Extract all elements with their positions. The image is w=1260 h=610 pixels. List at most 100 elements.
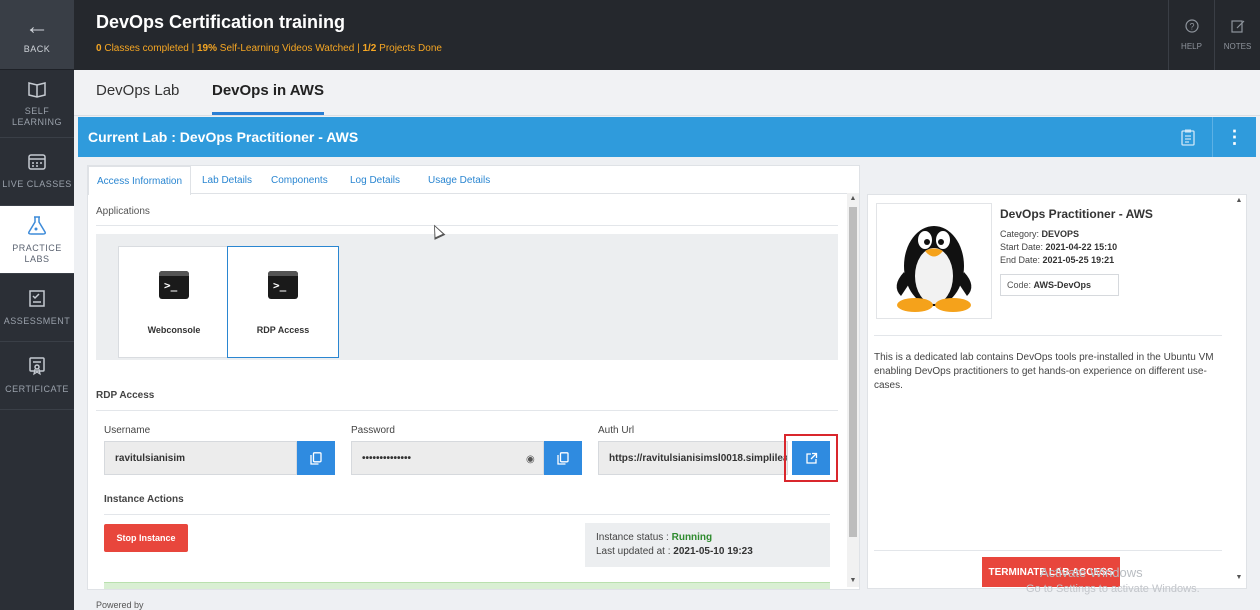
- help-button[interactable]: ? HELP: [1168, 0, 1214, 70]
- username-field[interactable]: ravitulsianisim: [104, 441, 297, 475]
- more-options-icon[interactable]: ⋮: [1212, 117, 1256, 157]
- lab-description: This is a dedicated lab contains DevOps …: [874, 352, 1214, 391]
- course-title: DevOps Certification training: [96, 12, 346, 32]
- tab-devops-in-aws[interactable]: DevOps in AWS: [212, 82, 324, 115]
- divider: [874, 335, 1222, 336]
- classes-text: Classes completed |: [101, 43, 197, 54]
- sidebar-item-self-learning[interactable]: SELF LEARNING: [0, 70, 74, 138]
- svg-text:?: ?: [1189, 22, 1194, 32]
- app-card-rdp-access[interactable]: >_ RDP Access: [227, 246, 339, 358]
- notes-icon: [1230, 19, 1245, 38]
- tab-devops-lab[interactable]: DevOps Lab: [96, 82, 179, 99]
- rdp-access-heading: RDP Access: [96, 390, 155, 401]
- current-lab-title: Current Lab : DevOps Practitioner - AWS: [88, 129, 359, 145]
- status-value: Running: [671, 532, 713, 543]
- scroll-thumb[interactable]: [849, 207, 857, 537]
- notes-button[interactable]: NOTES: [1214, 0, 1260, 70]
- windows-activation-title: Activate Windows: [1040, 565, 1143, 580]
- auth-url-field[interactable]: https://ravitulsianisimsl0018.simplilear…: [598, 441, 788, 475]
- copy-icon: [557, 451, 569, 465]
- lab-start-date: Start Date: 2021-04-22 15:10: [1000, 242, 1117, 252]
- right-panel-scrollbar[interactable]: ▲ ▼: [1233, 194, 1245, 588]
- tab-log-details[interactable]: Log Details: [350, 175, 400, 186]
- back-label: BACK: [23, 43, 51, 54]
- divider: [96, 225, 838, 226]
- sidebar-item-practice-labs[interactable]: PRACTICE LABS: [0, 206, 74, 274]
- password-label: Password: [351, 425, 395, 436]
- auth-url-label: Auth Url: [598, 425, 635, 436]
- back-arrow-icon: ←: [25, 12, 49, 40]
- app-name: Webconsole: [147, 325, 201, 335]
- applications-area: >_ Webconsole >_ RDP Access: [96, 234, 838, 360]
- sidebar-item-label: ASSESSMENT: [3, 316, 71, 326]
- app-name: RDP Access: [256, 325, 310, 335]
- notes-label: NOTES: [1223, 42, 1252, 51]
- tab-access-information[interactable]: Access Information: [88, 166, 192, 195]
- sub-tabs: Access Information Lab Details Component…: [88, 166, 859, 195]
- end-value: 2021-05-25 19:21: [1042, 255, 1115, 265]
- start-value: 2021-04-22 15:10: [1045, 242, 1118, 252]
- help-icon: ?: [1184, 19, 1199, 38]
- help-label: HELP: [1181, 42, 1202, 51]
- flask-icon: [26, 215, 48, 239]
- sidebar-item-label: PRACTICE LABS: [12, 242, 62, 264]
- external-link-icon: [805, 452, 817, 464]
- lab-end-date: End Date: 2021-05-25 19:21: [1000, 255, 1114, 265]
- instance-status-box: Instance status : Running Last updated a…: [585, 523, 830, 567]
- copy-icon: [310, 451, 322, 465]
- progress-summary: 0 Classes completed | 19% Self-Learning …: [96, 43, 442, 54]
- terminal-icon: >_: [159, 271, 189, 299]
- access-panel: Access Information Lab Details Component…: [87, 165, 860, 590]
- instance-status: Instance status : Running: [596, 531, 819, 545]
- windows-activation-subtitle: Go to Settings to activate Windows.: [1026, 583, 1200, 595]
- applications-heading: Applications: [96, 206, 150, 217]
- terminal-icon: >_: [268, 271, 298, 299]
- status-banner: [104, 582, 830, 589]
- copy-password-button[interactable]: [544, 441, 582, 475]
- sidebar-item-label: SELF LEARNING: [11, 105, 62, 127]
- checklist-icon: [27, 288, 47, 312]
- scroll-down-icon[interactable]: ▼: [847, 577, 859, 584]
- linux-penguin-image: [876, 203, 992, 319]
- back-button[interactable]: ← BACK: [0, 0, 74, 70]
- copy-username-button[interactable]: [297, 441, 335, 475]
- certificate-icon: [27, 356, 47, 380]
- divider: [96, 410, 838, 411]
- scroll-down-icon[interactable]: ▼: [1233, 574, 1245, 581]
- category-label: Category:: [1000, 229, 1042, 239]
- category-value: DEVOPS: [1041, 229, 1080, 239]
- password-field[interactable]: ••••••••••••••: [351, 441, 544, 475]
- videos-text: Self-Learning Videos Watched |: [217, 43, 363, 54]
- scroll-up-icon[interactable]: ▲: [1233, 197, 1245, 204]
- clipboard-icon[interactable]: [1168, 117, 1208, 157]
- lab-name: DevOps Practitioner - AWS: [1000, 207, 1153, 221]
- scroll-up-icon[interactable]: ▲: [847, 195, 859, 202]
- sidebar-item-live-classes[interactable]: LIVE CLASSES: [0, 138, 74, 206]
- tab-lab-details[interactable]: Lab Details: [202, 175, 252, 186]
- app-card-webconsole[interactable]: >_ Webconsole: [118, 246, 230, 358]
- sidebar-item-label: CERTIFICATE: [5, 384, 69, 394]
- projects-count: 1/2: [362, 43, 377, 54]
- projects-text: Projects Done: [376, 43, 442, 54]
- lab-code: Code: AWS-DevOps: [1000, 274, 1119, 296]
- open-auth-url-button[interactable]: [792, 441, 830, 475]
- tab-usage-details[interactable]: Usage Details: [428, 175, 490, 186]
- lab-details-panel: DevOps Practitioner - AWS Category: DEVO…: [867, 194, 1247, 589]
- sidebar-item-certificate[interactable]: CERTIFICATE: [0, 342, 74, 410]
- lab-tabs: DevOps Lab DevOps in AWS: [74, 70, 1260, 116]
- code-value: AWS-DevOps: [1033, 280, 1092, 290]
- lab-category: Category: DEVOPS: [1000, 229, 1079, 239]
- username-label: Username: [104, 425, 151, 436]
- instance-actions-heading: Instance Actions: [104, 494, 184, 505]
- stop-instance-button[interactable]: Stop Instance: [104, 524, 188, 552]
- header: DevOps Certification training 0 Classes …: [74, 0, 1260, 70]
- code-label: Code:: [1007, 280, 1034, 290]
- current-lab-bar: Current Lab : DevOps Practitioner - AWS …: [78, 117, 1256, 157]
- show-password-icon[interactable]: ◉: [526, 454, 535, 465]
- sidebar-item-assessment[interactable]: ASSESSMENT: [0, 274, 74, 342]
- book-icon: [27, 80, 47, 102]
- calendar-icon: [27, 153, 47, 175]
- left-panel-scrollbar[interactable]: ▲ ▼: [847, 193, 859, 587]
- status-label: Instance status :: [596, 532, 672, 543]
- tab-components[interactable]: Components: [271, 175, 328, 186]
